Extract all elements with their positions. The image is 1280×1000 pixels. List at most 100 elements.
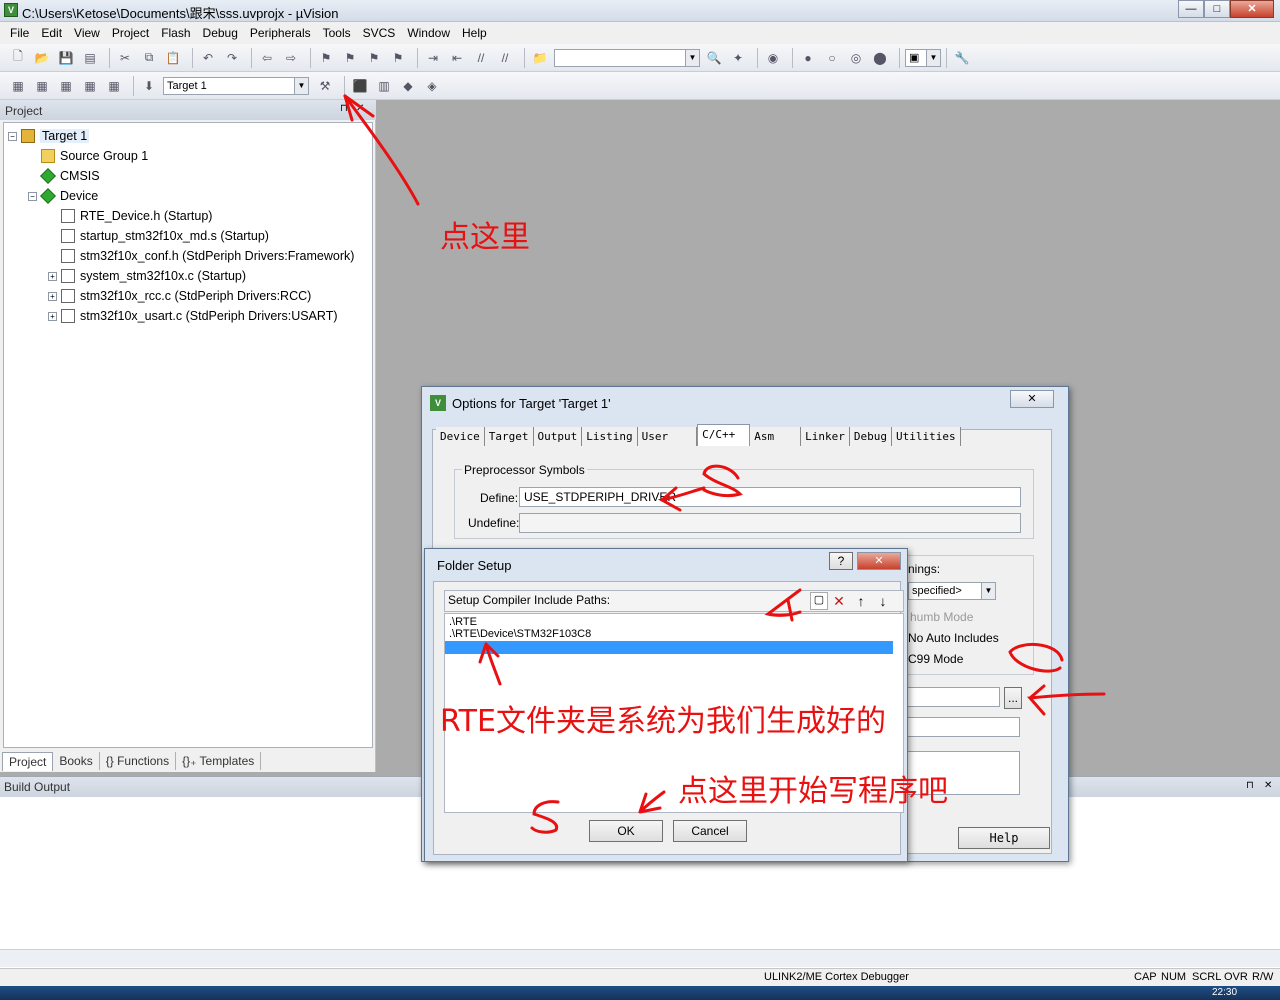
tab-debug[interactable]: Debug xyxy=(849,427,892,446)
download-icon[interactable]: ⬇ xyxy=(139,76,159,96)
include-paths-browse-button[interactable]: ... xyxy=(1004,687,1022,709)
menu-help[interactable]: Help xyxy=(456,26,493,40)
ok-button[interactable]: OK xyxy=(589,820,663,842)
move-down-icon[interactable]: ↓ xyxy=(874,592,892,610)
batch-build-icon[interactable]: ▦ xyxy=(80,76,100,96)
find-in-files-icon[interactable]: 📁 xyxy=(530,48,550,68)
manage-rte-icon[interactable]: ◆ xyxy=(398,76,418,96)
no-auto-includes-checkbox[interactable]: No Auto Includes xyxy=(906,631,1001,645)
path-item-rte[interactable]: .\RTE xyxy=(449,616,477,628)
indent-icon[interactable]: ⇥ xyxy=(423,48,443,68)
move-up-icon[interactable]: ↑ xyxy=(852,592,870,610)
new-folder-icon[interactable]: ▢ xyxy=(810,592,828,610)
folder-help-button[interactable]: ? xyxy=(829,552,853,570)
panel-close-icon[interactable]: ✕ xyxy=(356,103,364,114)
delete-icon[interactable]: ✕ xyxy=(830,592,848,610)
bookmark-prev-icon[interactable]: ⚑ xyxy=(340,48,360,68)
incremental-find-icon[interactable]: ✦ xyxy=(728,48,748,68)
folder-close-button[interactable]: ✕ xyxy=(857,552,901,570)
tab-target[interactable]: Target xyxy=(484,427,534,446)
tab-functions[interactable]: {} Functions xyxy=(100,752,177,770)
bookmark-clear-icon[interactable]: ⚑ xyxy=(388,48,408,68)
tab-templates[interactable]: {}₊ Templates xyxy=(176,752,262,770)
tree-expander-icon[interactable]: − xyxy=(28,191,37,201)
misc-controls-input[interactable] xyxy=(906,717,1020,737)
project-tree[interactable]: − Target 1 Source Group 1 CMSIS − Device RTE_D… xyxy=(3,122,373,748)
minimize-button[interactable]: — xyxy=(1178,0,1204,18)
build-hscroll[interactable] xyxy=(0,949,1280,967)
unindent-icon[interactable]: ⇤ xyxy=(447,48,467,68)
save-all-icon[interactable]: ▤ xyxy=(80,48,100,68)
stop-build-icon[interactable]: ▦ xyxy=(104,76,124,96)
pin-icon[interactable]: ⊓ xyxy=(340,103,348,114)
uncomment-icon[interactable]: // xyxy=(495,48,515,68)
comment-icon[interactable]: // xyxy=(471,48,491,68)
breakpoint-kill-all-icon[interactable]: ⬤ xyxy=(870,48,890,68)
nav-back-icon[interactable]: ⇦ xyxy=(257,48,277,68)
menu-edit[interactable]: Edit xyxy=(35,26,68,40)
help-button[interactable]: Help xyxy=(958,827,1050,849)
save-icon[interactable]: 💾 xyxy=(56,48,76,68)
bookmark-next-icon[interactable]: ⚑ xyxy=(364,48,384,68)
tree-node[interactable]: + system_stm32f10x.c (Startup) xyxy=(48,267,246,285)
breakpoint-icon[interactable]: ● xyxy=(798,48,818,68)
tree-node[interactable]: stm32f10x_conf.h (StdPeriph Drivers:Fram… xyxy=(48,247,354,265)
find-combo[interactable]: ▼ xyxy=(554,48,700,67)
build-pin-icon[interactable]: ⊓ xyxy=(1246,780,1254,791)
menu-window[interactable]: Window xyxy=(401,26,456,40)
menu-flash[interactable]: Flash xyxy=(155,26,196,40)
bookmark-icon[interactable]: ⚑ xyxy=(316,48,336,68)
menu-debug[interactable]: Debug xyxy=(197,26,244,40)
tree-node[interactable]: Source Group 1 xyxy=(28,147,148,165)
tree-node[interactable]: + stm32f10x_usart.c (StdPeriph Drivers:US… xyxy=(48,307,338,325)
build-icon[interactable]: ▦ xyxy=(32,76,52,96)
find-icon[interactable]: 🔍 xyxy=(704,48,724,68)
tab-listing[interactable]: Listing xyxy=(582,427,638,446)
configure-icon[interactable]: 🔧 xyxy=(952,48,972,68)
tree-expander-icon[interactable]: + xyxy=(48,271,57,281)
undefine-input[interactable] xyxy=(519,513,1021,533)
menu-view[interactable]: View xyxy=(68,26,106,40)
manage-project-items-icon[interactable]: ⬛ xyxy=(350,76,370,96)
menu-project[interactable]: Project xyxy=(106,26,155,40)
define-input[interactable]: USE_STDPERIPH_DRIVER xyxy=(519,487,1021,507)
rebuild-icon[interactable]: ▦ xyxy=(56,76,76,96)
tab-asm[interactable]: Asm xyxy=(750,427,802,446)
menu-peripherals[interactable]: Peripherals xyxy=(244,26,317,40)
close-button[interactable]: ✕ xyxy=(1230,0,1274,18)
tree-node[interactable]: startup_stm32f10x_md.s (Startup) xyxy=(48,227,269,245)
tab-user[interactable]: User xyxy=(637,427,698,446)
warnings-combo[interactable]: specified> ▼ xyxy=(908,582,996,600)
tab-output[interactable]: Output xyxy=(533,427,583,446)
options-for-target-icon[interactable]: ⚒ xyxy=(315,76,335,96)
menu-svcs[interactable]: SVCS xyxy=(357,26,402,40)
cancel-button[interactable]: Cancel xyxy=(673,820,747,842)
breakpoint-disable-all-icon[interactable]: ◎ xyxy=(846,48,866,68)
tab-device[interactable]: Device xyxy=(436,427,485,446)
tab-books[interactable]: Books xyxy=(53,752,100,770)
translate-icon[interactable]: ▦ xyxy=(8,76,28,96)
copy-icon[interactable]: ⧉ xyxy=(139,48,159,68)
open-file-icon[interactable]: 📂 xyxy=(32,48,52,68)
tree-node[interactable]: − Device xyxy=(28,187,98,205)
target-select[interactable]: Target 1 ▼ xyxy=(163,76,309,95)
menu-file[interactable]: File xyxy=(4,26,35,40)
paste-icon[interactable]: 📋 xyxy=(163,48,183,68)
tree-expander-icon[interactable]: + xyxy=(48,311,57,321)
new-file-icon[interactable]: 🗋 xyxy=(8,48,28,68)
path-item-device[interactable]: .\RTE\Device\STM32F103C8 xyxy=(449,628,591,640)
tab-utilities[interactable]: Utilities xyxy=(891,427,961,446)
redo-icon[interactable]: ↷ xyxy=(222,48,242,68)
tab-c-cpp[interactable]: C/C++ xyxy=(697,424,751,446)
tab-project[interactable]: Project xyxy=(2,751,54,771)
tree-node[interactable]: RTE_Device.h (Startup) xyxy=(48,207,212,225)
include-paths-input[interactable] xyxy=(906,687,1000,707)
menu-tools[interactable]: Tools xyxy=(317,26,357,40)
nav-forward-icon[interactable]: ⇨ xyxy=(281,48,301,68)
debug-session-icon[interactable]: ◉ xyxy=(763,48,783,68)
tree-node[interactable]: + stm32f10x_rcc.c (StdPeriph Drivers:RCC) xyxy=(48,287,311,305)
build-close-icon[interactable]: ✕ xyxy=(1264,780,1272,791)
tree-node[interactable]: CMSIS xyxy=(28,167,100,185)
path-item-new-selected[interactable] xyxy=(445,641,893,654)
thumb-mode-checkbox[interactable]: humb Mode xyxy=(908,610,976,624)
